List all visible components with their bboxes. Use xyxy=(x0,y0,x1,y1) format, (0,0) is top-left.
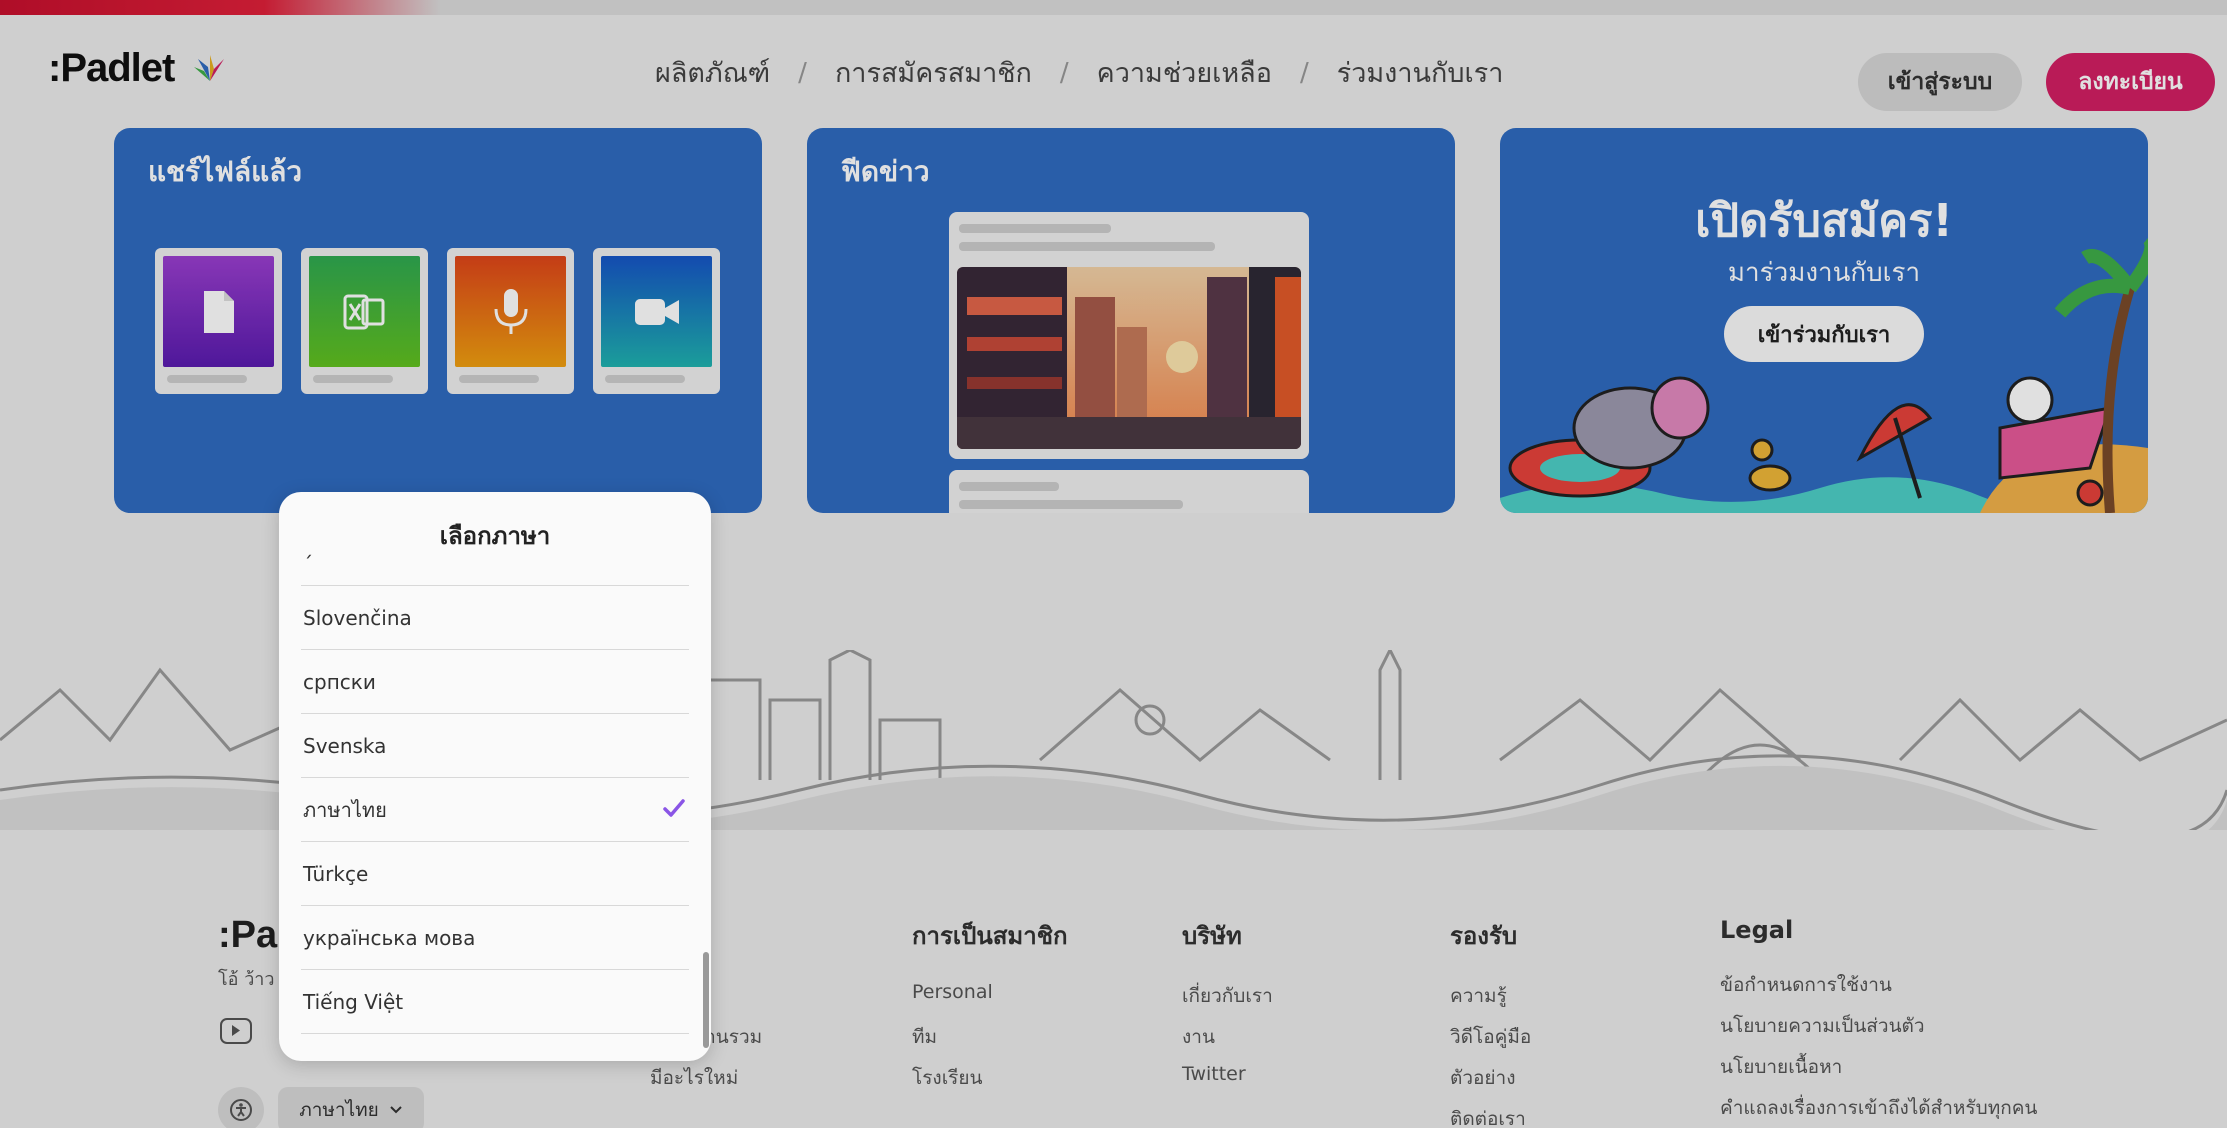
language-list: ˊ Slovenčina српски Svenska ภาษาไทย Türk… xyxy=(301,552,689,1034)
language-picker-popup: เลือกภาษา ˊ Slovenčina српски Svenska ภา… xyxy=(279,492,711,1061)
language-picker-title: เลือกภาษา xyxy=(439,522,551,550)
language-option-turkish[interactable]: Türkçe xyxy=(301,842,689,906)
language-option-slovak[interactable]: Slovenčina xyxy=(301,586,689,650)
language-option-vietnamese[interactable]: Tiếng Việt xyxy=(301,970,689,1034)
language-list-scrollbar[interactable] xyxy=(703,952,709,1048)
language-option[interactable]: ˊ xyxy=(301,552,689,586)
language-option-serbian[interactable]: српски xyxy=(301,650,689,714)
language-option-thai[interactable]: ภาษาไทย xyxy=(301,778,689,842)
checkmark-icon xyxy=(663,799,685,817)
language-option-swedish[interactable]: Svenska xyxy=(301,714,689,778)
language-option-ukrainian[interactable]: українська мова xyxy=(301,906,689,970)
